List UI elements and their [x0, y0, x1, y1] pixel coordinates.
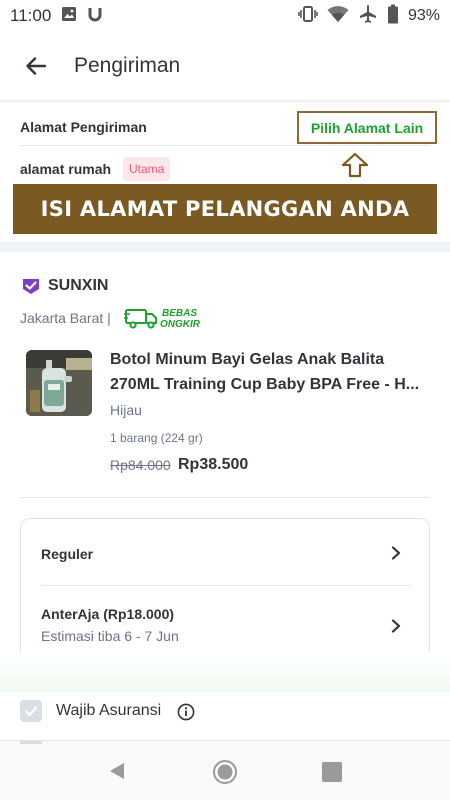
insurance-label: Wajib Asuransi — [56, 702, 162, 719]
product-quantity: 1 barang (224 gr) — [110, 431, 203, 445]
order-divider — [20, 497, 430, 498]
shop-location: Jakarta Barat | — [20, 310, 111, 326]
insurance-checkbox[interactable] — [20, 700, 42, 722]
back-button[interactable] — [18, 48, 54, 84]
shipping-service-label: Reguler — [41, 546, 94, 562]
product-title[interactable]: Botol Minum Bayi Gelas Anak Balita 270ML… — [110, 347, 435, 397]
primary-address-badge: Utama — [123, 157, 171, 181]
info-icon[interactable] — [177, 703, 195, 721]
nav-recents-icon[interactable] — [322, 762, 342, 782]
vibrate-icon — [298, 5, 318, 28]
partial-checkbox — [20, 741, 42, 744]
product-image — [26, 350, 92, 416]
shop-name: SUNXIN — [48, 277, 109, 294]
image-icon — [61, 6, 77, 27]
battery-percent: 93% — [407, 7, 440, 24]
section-fade — [0, 652, 450, 692]
address-label: Alamat Pengiriman — [20, 119, 147, 135]
address-section: Alamat Pengiriman Pilih Alamat Lain alam… — [0, 104, 450, 242]
arrow-up-icon — [341, 152, 369, 178]
page-title: Pengiriman — [74, 54, 181, 77]
choose-other-address-button[interactable]: Pilih Alamat Lain — [297, 111, 437, 144]
system-nav-bar — [0, 740, 450, 800]
shipping-card: Reguler AnterAja (Rp18.000) Estimasi tib… — [20, 518, 430, 666]
power-merchant-badge-icon — [23, 279, 39, 294]
status-time: 11:00 — [10, 6, 52, 25]
free-shipping-icon: BEBAS ONGKIR — [124, 308, 201, 330]
courier-label: AnterAja (Rp18.000) — [41, 606, 175, 622]
original-price: Rp84.000 — [110, 457, 171, 473]
order-section: SUNXIN Jakarta Barat | BEBAS ONGKIR Boto… — [0, 252, 450, 692]
instruction-banner: ISI ALAMAT PELANGGAN ANDA — [13, 184, 437, 234]
wifi-icon — [327, 5, 349, 28]
shipping-service-selector[interactable]: Reguler — [21, 519, 429, 585]
address-divider — [20, 145, 430, 146]
nav-home-icon[interactable] — [212, 759, 238, 785]
arrow-left-icon — [26, 57, 47, 75]
status-bar: 11:00 93% — [0, 0, 450, 32]
nav-back-icon[interactable] — [107, 761, 127, 781]
delivery-estimate: Estimasi tiba 6 - 7 Jun — [41, 628, 179, 644]
chevron-right-icon — [391, 546, 401, 560]
free-shipping-bottom-text: ONGKIR — [160, 319, 201, 330]
battery-icon — [387, 4, 399, 29]
free-shipping-top-text: BEBAS — [162, 308, 197, 319]
final-price: Rp38.500 — [178, 456, 249, 473]
app-bar: Pengiriman — [0, 32, 450, 100]
insurance-row: Wajib Asuransi — [0, 692, 450, 734]
chevron-right-icon — [391, 619, 401, 633]
product-variant: Hijau — [110, 402, 142, 418]
address-name: alamat rumah — [20, 161, 112, 177]
section-divider — [0, 242, 450, 252]
airplane-icon — [358, 4, 378, 29]
check-icon — [24, 706, 38, 717]
u-app-icon — [87, 6, 103, 27]
